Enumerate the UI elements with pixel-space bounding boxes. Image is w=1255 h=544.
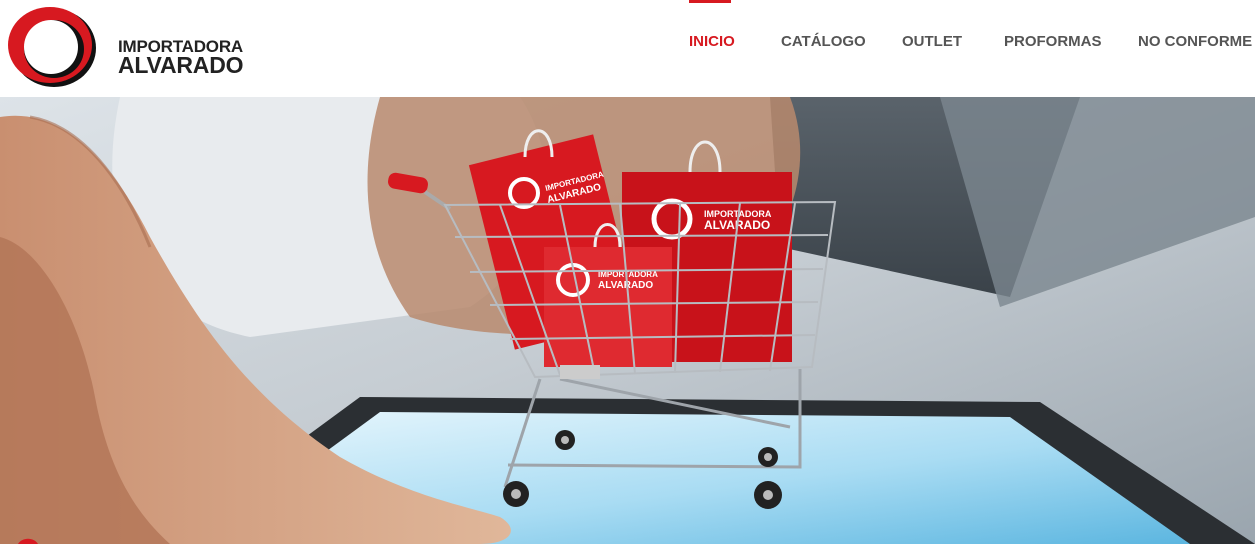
nav-item-no-conforme[interactable]: NO CONFORME [1138,33,1252,50]
nav-item-proformas[interactable]: PROFORMAS [1004,33,1102,50]
nav-item-outlet[interactable]: OUTLET [902,33,962,50]
hero-image: IMPORTADORA ALVARADO IMPORTADORA ALVARAD… [0,97,1255,544]
nav-item-catalogo[interactable]: CATÁLOGO [781,33,866,50]
hero-banner: IMPORTADORA ALVARADO IMPORTADORA ALVARAD… [0,97,1255,544]
main-nav: INICIO CATÁLOGO OUTLET PROFORMAS NO CONF… [0,0,1255,97]
nav-item-inicio[interactable]: INICIO [689,33,735,50]
bag-brand-line2-b: ALVARADO [598,280,653,291]
site-header: IMPORTADORA ALVARADO INICIO CATÁLOGO OUT… [0,0,1255,97]
